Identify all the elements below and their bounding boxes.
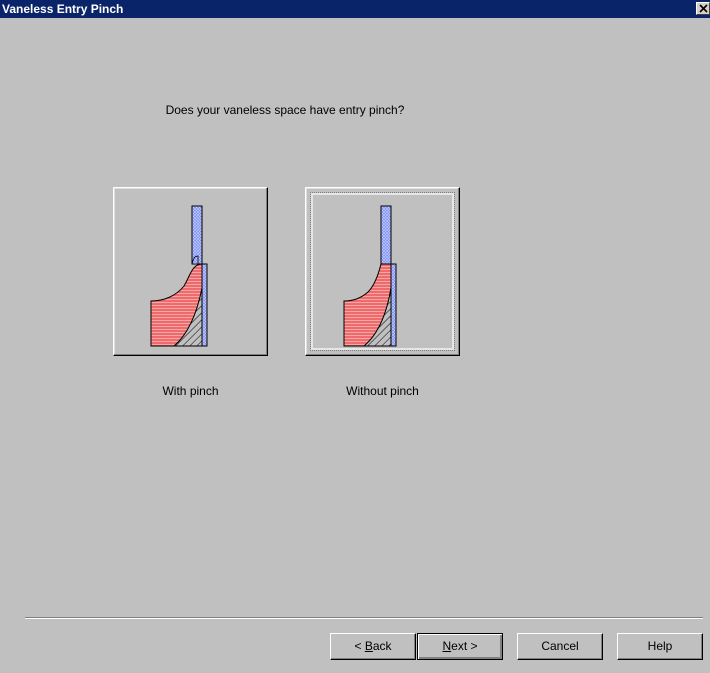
impeller-with-pinch-diagram	[150, 205, 208, 347]
without-pinch-label: Without pinch	[346, 384, 419, 398]
separator	[25, 617, 703, 619]
next-mnemonic: N	[442, 639, 452, 653]
close-icon	[699, 4, 708, 13]
question-text: Does your vaneless space have entry pinc…	[165, 103, 405, 117]
cancel-button[interactable]: Cancel	[517, 633, 603, 660]
back-prefix: <	[354, 639, 365, 653]
window-title: Vaneless Entry Pinch	[2, 2, 124, 16]
next-rest: ext >	[451, 639, 478, 653]
with-pinch-label: With pinch	[162, 384, 219, 398]
back-rest: ack	[372, 639, 392, 653]
with-pinch-option[interactable]	[113, 187, 268, 356]
impeller-without-pinch-diagram	[343, 205, 397, 347]
back-button[interactable]: < Back	[330, 633, 416, 660]
help-button[interactable]: Help	[617, 633, 703, 660]
without-pinch-option[interactable]	[305, 187, 460, 356]
close-button[interactable]	[696, 2, 710, 15]
back-mnemonic: B	[364, 639, 373, 653]
title-bar: Vaneless Entry Pinch	[0, 0, 710, 18]
next-button[interactable]: Next >	[417, 633, 503, 660]
